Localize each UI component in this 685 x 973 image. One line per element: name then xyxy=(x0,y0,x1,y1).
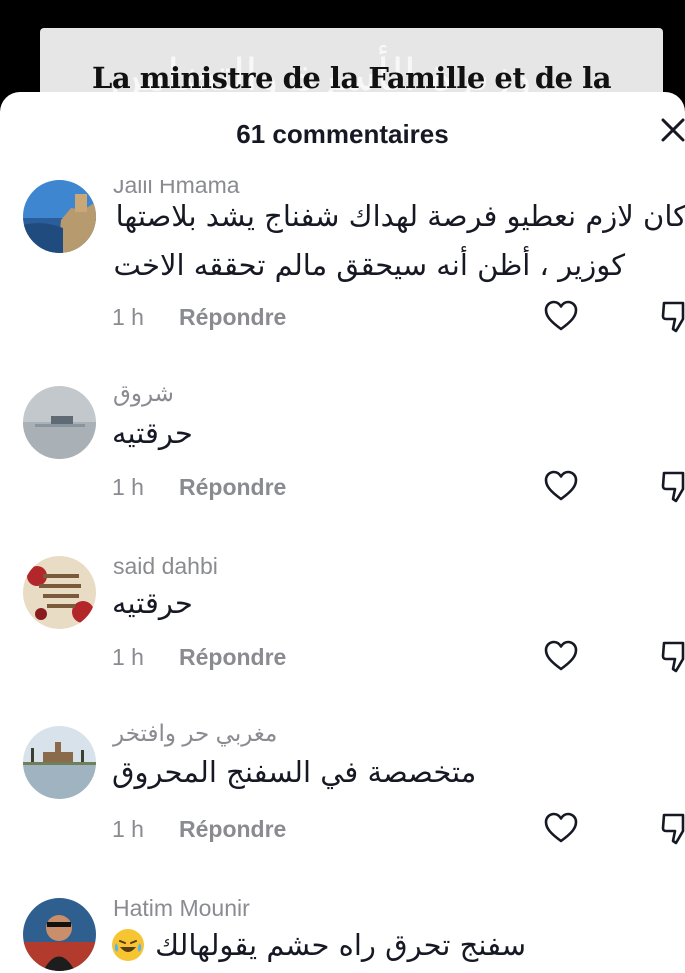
dislike-icon[interactable] xyxy=(661,469,685,503)
comment-username[interactable]: شروق xyxy=(113,380,174,407)
video-caption: La ministre de la Famille et de la xyxy=(91,61,612,95)
dislike-icon[interactable] xyxy=(661,811,685,845)
reply-button[interactable]: Répondre xyxy=(179,474,286,501)
reply-button[interactable]: Répondre xyxy=(179,644,286,671)
dislike-icon[interactable] xyxy=(661,639,685,673)
comments-count-title: 61 commentaires xyxy=(236,119,449,149)
comments-sheet: 61 commentaires Jalil Hmama كان لازم نعط… xyxy=(0,92,685,973)
comment-text: حرقتيه xyxy=(112,416,193,450)
heart-icon[interactable] xyxy=(544,812,578,844)
avatar[interactable] xyxy=(23,556,96,629)
avatar[interactable] xyxy=(23,898,96,971)
comment-time: 1 h xyxy=(112,816,144,842)
comment-text-line2: كوزير ، أظن أنه سيحقق مالم تحققه الاخت xyxy=(113,248,625,282)
laughing-crying-emoji-icon xyxy=(112,929,144,961)
comment-text: كان لازم نعطيو فرصة لهداك شفناج يشد بلاص… xyxy=(115,199,685,233)
heart-icon[interactable] xyxy=(544,640,578,672)
heart-icon[interactable] xyxy=(544,470,578,502)
comment-time: 1 h xyxy=(112,304,144,330)
close-icon[interactable] xyxy=(659,116,685,144)
avatar[interactable] xyxy=(23,386,96,459)
comment-text: متخصصة في السفنج المحروق xyxy=(112,755,477,789)
avatar[interactable] xyxy=(23,180,96,253)
avatar[interactable] xyxy=(23,726,96,799)
comment-username[interactable]: مغربي حر وافتخر xyxy=(113,720,277,747)
reply-button[interactable]: Répondre xyxy=(179,816,286,843)
dislike-icon[interactable] xyxy=(661,299,685,333)
comment-time: 1 h xyxy=(112,474,144,500)
heart-icon[interactable] xyxy=(544,300,578,332)
comment-text: سفنج تحرق راه حشم يقولهالك xyxy=(155,928,527,962)
reply-button[interactable]: Répondre xyxy=(179,304,286,331)
comment-text: حرقتيه xyxy=(112,586,193,620)
comments-header: 61 commentaires xyxy=(0,92,685,172)
comment-username[interactable]: Hatim Mounir xyxy=(113,895,250,922)
comment-time: 1 h xyxy=(112,644,144,670)
comment-text-row: سفنج تحرق راه حشم يقولهالك xyxy=(112,922,526,968)
comment-username[interactable]: said dahbi xyxy=(113,553,218,580)
